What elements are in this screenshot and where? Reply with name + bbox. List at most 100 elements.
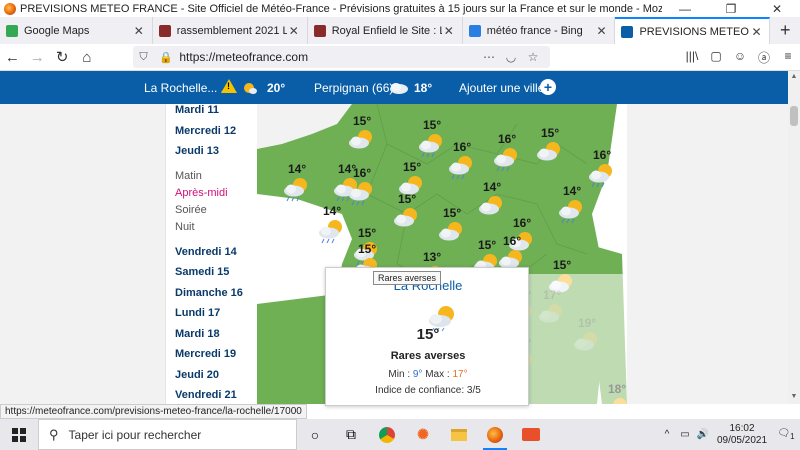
add-city-link[interactable]: Ajouter une ville	[459, 81, 544, 95]
min-temp: 9°	[412, 369, 423, 380]
day-item[interactable]: Lundi 17	[175, 303, 243, 324]
windows-taskbar: ⚲ Taper ici pour rechercher ○ ⧉ ✺ ^ ▭ 🔊 …	[0, 419, 800, 450]
home-button[interactable]: ⌂	[75, 49, 100, 66]
avast-icon[interactable]: ✺	[405, 419, 441, 450]
tab-label: Google Maps	[24, 24, 90, 37]
reload-button[interactable]: ↻	[50, 48, 75, 66]
menu-icon[interactable]: ≡	[776, 49, 800, 66]
sun-cloud-icon[interactable]	[437, 220, 467, 246]
browser-tab[interactable]: météo france - Bing ✕	[463, 17, 616, 44]
back-button[interactable]: ←	[0, 49, 25, 66]
sun-cloud-rain-icon[interactable]	[492, 146, 522, 172]
page-scrollbar[interactable]: ▲ ▼	[788, 71, 800, 404]
map-temperature-label: 16°	[453, 140, 472, 154]
day-item[interactable]: Mardi 11	[175, 104, 243, 121]
task-view-icon[interactable]: ⧉	[333, 419, 369, 450]
day-item[interactable]: Jeudi 13	[175, 141, 243, 162]
sun-cloud-rain-icon[interactable]	[282, 176, 312, 202]
navigation-toolbar: ← → ↻ ⌂ ⛉ 🔒 https://meteofrance.com ⋯ ◡ …	[0, 44, 800, 71]
popup-description: Rares averses	[390, 350, 466, 362]
map-temperature-label: 16°	[513, 216, 532, 230]
sun-cloud-icon[interactable]	[535, 140, 565, 166]
chrome-icon[interactable]	[369, 419, 405, 450]
day-selector-panel: Mardi 11 Mercredi 12 Jeudi 13 Matin Après-mi…	[165, 104, 257, 404]
sidebar-icon[interactable]: ▢	[704, 49, 728, 66]
mail-icon[interactable]	[513, 419, 549, 450]
day-item[interactable]: Samedi 15	[175, 262, 243, 283]
forward-button[interactable]: →	[25, 49, 50, 66]
day-list: Mardi 11 Mercredi 12 Jeudi 13 Matin Après-mi…	[175, 104, 243, 404]
city-forecast-popup[interactable]: La Rochelle 15° Rares averses Min : 9° M…	[325, 267, 529, 406]
close-tab-icon[interactable]: ✕	[442, 24, 456, 38]
network-icon[interactable]: ▭	[676, 429, 694, 440]
sun-cloud-rain-icon[interactable]	[447, 154, 477, 180]
library-icon[interactable]: |||\	[680, 49, 704, 66]
sun-cloud-icon[interactable]	[347, 128, 377, 154]
browser-tab[interactable]: Royal Enfield le Site : Le Fo✕	[308, 17, 463, 44]
shield-icon[interactable]: ⛉	[139, 51, 153, 64]
day-item[interactable]: Vendredi 14	[175, 242, 243, 263]
day-item[interactable]: Dimanche 16	[175, 283, 243, 304]
day-item[interactable]: Jeudi 20	[175, 365, 243, 386]
address-bar[interactable]: ⛉ 🔒 https://meteofrance.com ⋯ ◡ ☆	[133, 46, 550, 68]
day-period-item[interactable]: Matin	[175, 168, 243, 185]
day-period-item[interactable]: Après-midi	[175, 185, 243, 202]
sun-cloud-rain-icon[interactable]	[317, 218, 347, 244]
browser-tab[interactable]: rassemblement 2021 La Ro✕	[153, 17, 308, 44]
scroll-down-arrow[interactable]: ▼	[788, 393, 800, 400]
day-item[interactable]: Mardi 18	[175, 324, 243, 345]
scrollbar-thumb[interactable]	[790, 106, 798, 126]
clock[interactable]: 16:02 09/05/2021	[712, 423, 772, 447]
account-icon[interactable]: ☺	[728, 49, 752, 66]
day-period-item[interactable]: Nuit	[175, 219, 243, 236]
sun-cloud-icon[interactable]	[392, 206, 422, 232]
close-tab-icon[interactable]: ✕	[132, 24, 146, 38]
day-item[interactable]: Mercredi 19	[175, 344, 243, 365]
maximize-button[interactable]: ❐	[708, 2, 754, 16]
map-temperature-label: 16°	[503, 234, 522, 248]
sun-cloud-rain-icon[interactable]	[587, 162, 617, 188]
scroll-up-arrow[interactable]: ▲	[788, 73, 800, 80]
sun-cloud-rain-icon[interactable]	[347, 180, 377, 206]
notification-icon[interactable]: 🗨1	[772, 428, 800, 441]
lock-icon[interactable]: 🔒	[159, 51, 173, 64]
bookmark-star-icon[interactable]: ☆	[522, 50, 544, 64]
taskbar-search[interactable]: ⚲ Taper ici pour rechercher	[38, 419, 297, 450]
search-icon: ⚲	[49, 426, 59, 442]
more-actions-icon[interactable]: ⋯	[478, 50, 500, 64]
file-explorer-icon[interactable]	[441, 419, 477, 450]
close-tab-icon[interactable]: ✕	[594, 24, 608, 38]
start-button[interactable]	[0, 419, 38, 450]
day-period-item[interactable]: Soirée	[175, 202, 243, 219]
popup-temperature: 15°	[416, 326, 440, 343]
favorite-city-perpignan[interactable]: Perpignan (66)	[314, 81, 393, 95]
extension-icon[interactable]: ⓐ	[752, 49, 776, 66]
browser-tab[interactable]: Google Maps ✕	[0, 17, 153, 44]
volume-icon[interactable]: 🔊	[694, 429, 712, 440]
day-item[interactable]: Vendredi 21	[175, 385, 243, 404]
pocket-icon[interactable]: ◡	[500, 50, 522, 64]
favorite-cities-bar: La Rochelle... ... ! 20° Perpignan (66) …	[0, 71, 788, 104]
close-window-button[interactable]: ✕	[754, 2, 800, 16]
url-text[interactable]: https://meteofrance.com	[179, 50, 478, 64]
browser-tab[interactable]: PREVISIONS METEO FRANC✕	[615, 17, 771, 44]
minimize-button[interactable]: —	[662, 2, 708, 16]
tab-label: rassemblement 2021 La Ro	[176, 24, 287, 37]
map-temperature-label: 15°	[478, 238, 497, 252]
sun-cloud-rain-icon[interactable]	[417, 132, 447, 158]
new-tab-button[interactable]: +	[770, 17, 800, 44]
firefox-taskbar-icon[interactable]	[477, 419, 513, 450]
sun-cloud-icon[interactable]	[477, 194, 507, 220]
show-hidden-icons[interactable]: ^	[658, 429, 676, 440]
tab-label: Royal Enfield le Site : Le Fo	[331, 24, 442, 37]
system-tray: ^ ▭ 🔊 16:02 09/05/2021 🗨1	[658, 423, 800, 447]
sun-cloud-rain-icon[interactable]	[557, 198, 587, 224]
close-tab-icon[interactable]: ✕	[749, 25, 763, 39]
cortana-icon[interactable]: ○	[297, 419, 333, 450]
close-tab-icon[interactable]: ✕	[287, 24, 301, 38]
day-item[interactable]: Mercredi 12	[175, 121, 243, 142]
add-city-plus-icon[interactable]: +	[540, 79, 556, 95]
favorite-city-la-rochelle[interactable]: La Rochelle... ...	[144, 81, 231, 95]
clock-time: 16:02	[729, 422, 755, 434]
map-temperature-label: 15°	[398, 192, 417, 206]
